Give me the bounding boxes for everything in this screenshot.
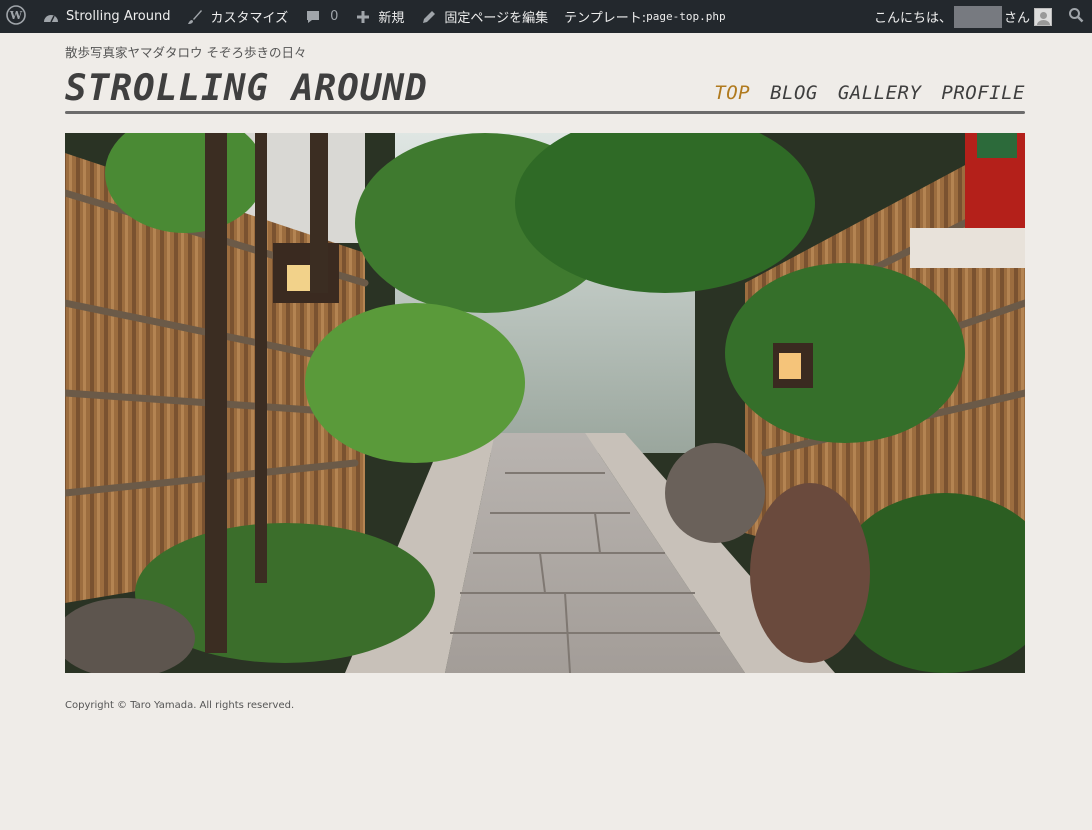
dashboard-icon: [42, 8, 60, 26]
header-divider: [65, 111, 1025, 114]
edit-page-button[interactable]: 固定ページを編集: [412, 0, 556, 33]
template-file: page-top.php: [646, 10, 726, 23]
my-account-button[interactable]: こんにちは、 さん: [866, 0, 1060, 33]
brush-icon: [186, 8, 204, 26]
comment-icon: [304, 8, 322, 26]
wordpress-icon: W: [6, 4, 26, 29]
template-label: テンプレート:: [564, 11, 647, 26]
nav-item-profile[interactable]: PROFILE: [941, 82, 1025, 104]
san-label: さん: [1003, 11, 1030, 26]
search-button[interactable]: [1060, 0, 1092, 33]
search-icon: [1068, 7, 1084, 27]
site-name-button[interactable]: Strolling Around: [34, 0, 178, 33]
svg-text:W: W: [9, 9, 23, 22]
copyright-text: Copyright © Taro Yamada. All rights rese…: [65, 700, 295, 711]
admin-bar: W Strolling Around カスタマイズ 0 新規 固定ページを編集 …: [0, 0, 1092, 33]
greeting-label: こんにちは、: [873, 11, 952, 26]
nav-item-blog[interactable]: BLOG: [770, 82, 818, 104]
new-label: 新規: [378, 11, 405, 26]
pencil-icon: [420, 8, 438, 26]
customize-label: カスタマイズ: [210, 11, 289, 26]
site-logo[interactable]: STROLLING AROUND: [65, 68, 428, 109]
edit-page-label: 固定ページを編集: [444, 11, 549, 26]
main-nav: TOP BLOG GALLERY PROFILE: [714, 82, 1025, 104]
comments-button[interactable]: 0: [296, 0, 346, 33]
site-name-label: Strolling Around: [66, 9, 171, 24]
customize-button[interactable]: カスタマイズ: [178, 0, 296, 33]
new-content-button[interactable]: 新規: [346, 0, 412, 33]
template-info: テンプレート: page-top.php: [556, 0, 733, 33]
avatar: [1034, 7, 1052, 26]
wordpress-logo-button[interactable]: W: [0, 0, 34, 33]
nav-item-top[interactable]: TOP: [714, 82, 750, 104]
username-redacted: [953, 5, 1002, 28]
hero-image: [65, 133, 1025, 673]
nav-item-gallery[interactable]: GALLERY: [838, 82, 922, 104]
plus-icon: [354, 8, 372, 26]
site-tagline: 散歩写真家ヤマダタロウ そぞろ歩きの日々: [65, 45, 307, 60]
comments-count: 0: [330, 9, 339, 24]
